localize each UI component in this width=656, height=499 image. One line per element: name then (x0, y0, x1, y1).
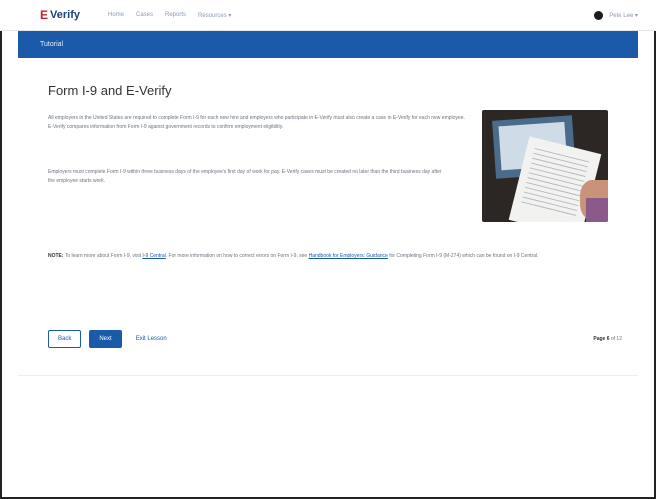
top-navigation: E Verify Home Cases Reports Resources ▾ … (0, 0, 656, 31)
page-counter: Page 6 of 12 (593, 336, 622, 342)
nav-item-cases[interactable]: Cases (136, 12, 153, 19)
sleeve-illustration (586, 198, 608, 222)
i9-central-link[interactable]: I-9 Central (142, 253, 165, 259)
handbook-link[interactable]: Handbook for Employers: Guidance (309, 253, 388, 259)
lesson-actions: Back Next Exit Lesson (48, 330, 167, 348)
back-button[interactable]: Back (48, 330, 82, 348)
nav-item-reports[interactable]: Reports (165, 12, 186, 19)
user-label: Pete Lee ▾ (609, 12, 638, 19)
next-button[interactable]: Next (89, 330, 122, 348)
nav-item-home[interactable]: Home (108, 12, 124, 19)
user-menu[interactable]: Pete Lee ▾ (594, 10, 638, 20)
page-total: of 12 (610, 336, 622, 342)
nav-links: Home Cases Reports Resources ▾ (108, 12, 231, 19)
e-verify-logo[interactable]: E Verify (40, 8, 80, 22)
exit-lesson-link[interactable]: Exit Lesson (136, 336, 167, 342)
deadline-paragraph: Employers must complete Form I-9 within … (48, 169, 442, 184)
page-title: Form I-9 and E-Verify (48, 83, 172, 98)
logo-text: Verify (50, 9, 80, 21)
page-current: Page 6 (593, 336, 610, 342)
note-text-3: for Completing Form I-9 (M-274) which ca… (389, 253, 539, 259)
note-text: To learn more about Form I-9, visit (64, 253, 142, 259)
nav-item-resources[interactable]: Resources ▾ (198, 12, 231, 19)
user-icon (594, 10, 604, 20)
lesson-card: Form I-9 and E-Verify All employers in t… (18, 58, 638, 376)
intro-paragraph: All employers in the United States are r… (48, 115, 465, 130)
note-paragraph: NOTE: To learn more about Form I-9, visi… (48, 252, 608, 261)
form-i9-photo (482, 110, 608, 222)
note-text-2: . For more information on how to correct… (165, 253, 308, 259)
tutorial-label: Tutorial (40, 41, 64, 48)
note-label: NOTE: (48, 253, 64, 259)
tutorial-banner: Tutorial (18, 31, 638, 58)
logo-mark: E (40, 8, 49, 22)
